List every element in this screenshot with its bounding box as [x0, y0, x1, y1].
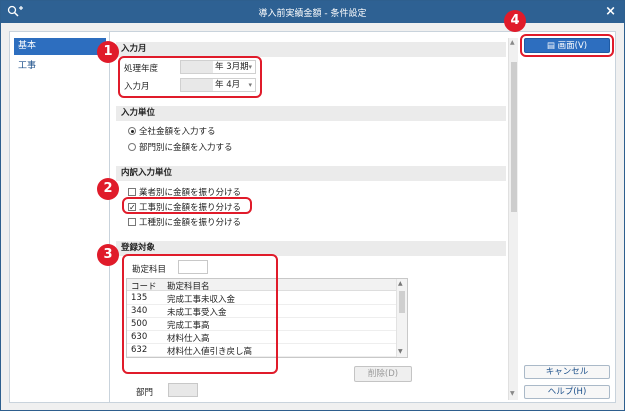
checkbox-work-type-label: 工種別に金額を振り分ける — [139, 218, 242, 228]
checkbox-box — [128, 218, 136, 226]
table-row[interactable]: 630 材料仕入高 — [127, 331, 397, 344]
delete-button[interactable]: 削除(D) — [354, 366, 412, 382]
annotation-badge-1: 1 — [97, 41, 119, 63]
check-icon: ✓ — [128, 203, 136, 212]
checkbox-vendor-label: 業者別に金額を振り分ける — [139, 188, 242, 198]
radio-company-amount[interactable]: 全社金額を入力する — [128, 125, 216, 137]
input-month-value: 年 4月 — [215, 80, 241, 90]
row-code: 500 — [131, 319, 148, 329]
sidebar-item-construction[interactable]: 工事 — [14, 58, 106, 75]
checkbox-box — [128, 188, 136, 196]
annotation-badge-3: 3 — [97, 244, 119, 266]
row-name: 材料仕入値引き戻し高 — [167, 347, 253, 357]
close-icon[interactable]: × — [605, 4, 616, 20]
scroll-up-icon[interactable]: ▲ — [398, 280, 403, 287]
screen-button-label: 画面(V) — [557, 41, 588, 51]
row-name: 未成工事受入金 — [167, 308, 227, 318]
column-header-code: コード — [131, 282, 157, 292]
row-code: 630 — [131, 332, 148, 342]
screen-icon: ▤ — [546, 41, 558, 51]
table-row[interactable]: 632 材料仕入値引き戻し高 — [127, 344, 397, 357]
fiscal-year-value: 年 3月期 — [215, 62, 249, 72]
help-button[interactable]: ヘルプ(H) — [524, 385, 610, 399]
sidebar: 基本 工事 — [10, 32, 110, 402]
scroll-down-icon[interactable]: ▼ — [398, 348, 403, 355]
chevron-down-icon: ▾ — [248, 81, 252, 89]
radio-department-label: 部門別に金額を入力する — [139, 143, 233, 153]
annotation-badge-4: 4 — [504, 10, 526, 32]
screen-button[interactable]: ▤ 画面(V) — [524, 38, 610, 53]
title-bar: 導入前実績金額 - 条件設定 × — [1, 1, 624, 23]
section-header-registration: 登録対象 — [116, 241, 506, 256]
row-code: 135 — [131, 293, 148, 303]
sidebar-item-basic[interactable]: 基本 — [14, 38, 106, 55]
dialog-window: 導入前実績金額 - 条件設定 × 基本 工事 入力月 処理年度 年 3月期 ▾ … — [0, 0, 625, 411]
department-label: 部門 — [136, 388, 154, 398]
table-row[interactable]: 340 未成工事受入金 — [127, 305, 397, 318]
cancel-button[interactable]: キャンセル — [524, 365, 610, 379]
masked-year — [181, 79, 213, 91]
masked-year — [181, 61, 213, 73]
row-name: 完成工事未収入金 — [167, 295, 236, 305]
scroll-up-icon[interactable]: ▲ — [510, 39, 515, 46]
table-row[interactable]: 135 完成工事未収入金 — [127, 292, 397, 305]
row-code: 340 — [131, 306, 148, 316]
row-name: 完成工事高 — [167, 321, 210, 331]
checkbox-work-type[interactable]: 工種別に金額を振り分ける — [128, 216, 241, 228]
dialog-body: 基本 工事 入力月 処理年度 年 3月期 ▾ 入力月 年 4月 ▾ 入力単位 全… — [9, 31, 616, 403]
settings-content: 入力月 処理年度 年 3月期 ▾ 入力月 年 4月 ▾ 入力単位 全社金額を入力… — [116, 38, 506, 400]
account-label: 勘定科目 — [132, 265, 167, 275]
section-header-input-unit: 入力単位 — [116, 106, 506, 121]
scroll-down-icon[interactable]: ▼ — [510, 390, 515, 397]
table-row[interactable]: 500 完成工事高 — [127, 318, 397, 331]
checkbox-vendor[interactable]: 業者別に金額を振り分ける — [128, 186, 241, 198]
row-name: 材料仕入高 — [167, 334, 210, 344]
department-input[interactable] — [168, 383, 198, 397]
scroll-thumb[interactable] — [399, 291, 405, 313]
section-header-input-month: 入力月 — [116, 42, 506, 57]
radio-dot — [128, 143, 136, 151]
column-header-name: 勘定科目名 — [167, 282, 210, 292]
checkbox-project-label: 工事別に金額を振り分ける — [139, 203, 242, 213]
account-code-input[interactable] — [178, 260, 208, 274]
annotation-badge-2: 2 — [97, 178, 119, 200]
radio-department-amount[interactable]: 部門別に金額を入力する — [128, 141, 233, 153]
input-month-label: 入力月 — [124, 82, 150, 92]
radio-company-label: 全社金額を入力する — [139, 127, 216, 137]
radio-dot-selected — [128, 127, 136, 135]
input-month-select[interactable]: 年 4月 ▾ — [180, 78, 256, 92]
section-header-breakdown: 内訳入力単位 — [116, 166, 506, 181]
account-list: コード 勘定科目名 135 完成工事未収入金 340 未成工事受入金 500 完… — [126, 278, 408, 358]
chevron-down-icon: ▾ — [248, 63, 252, 71]
content-scrollbar[interactable]: ▲ ▼ — [508, 38, 518, 400]
scroll-thumb[interactable] — [511, 62, 517, 212]
list-scrollbar[interactable]: ▲ ▼ — [396, 279, 407, 357]
checkbox-project[interactable]: ✓ 工事別に金額を振り分ける — [128, 201, 241, 213]
fiscal-year-select[interactable]: 年 3月期 ▾ — [180, 60, 256, 74]
row-code: 632 — [131, 345, 148, 355]
fiscal-year-label: 処理年度 — [124, 64, 159, 74]
window-title: 導入前実績金額 - 条件設定 — [258, 9, 367, 19]
